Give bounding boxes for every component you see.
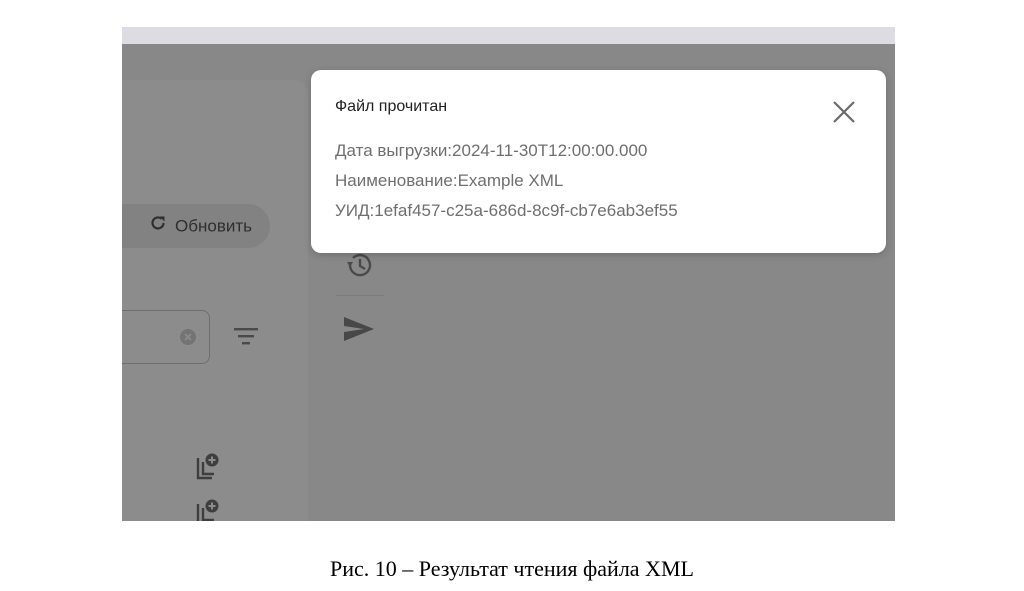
close-icon[interactable] — [832, 100, 856, 124]
left-panel: Обновить — [122, 80, 308, 521]
refresh-icon — [149, 205, 167, 249]
refresh-label: Обновить — [175, 216, 252, 236]
uid-text: УИД:1efaf457-c25a-686d-8c9f-cb7e6ab3ef55 — [335, 201, 678, 220]
filter-icon[interactable] — [233, 324, 259, 353]
export-date-text: Дата выгрузки:2024-11-30T12:00:00.000 — [335, 141, 648, 160]
history-icon[interactable] — [344, 251, 374, 284]
send-icon[interactable] — [342, 315, 376, 348]
file-name-text: Наименование:Example XML — [335, 171, 564, 190]
document-page: Обновить Файл прочитан Дата выгрузки:202… — [0, 0, 1024, 591]
refresh-button[interactable]: Обновить — [122, 204, 270, 248]
figure-caption: Рис. 10 – Результат чтения файла XML — [330, 556, 694, 581]
side-divider — [336, 295, 384, 296]
notification-dialog: Файл прочитан Дата выгрузки:2024-11-30T1… — [311, 70, 886, 253]
clear-icon[interactable] — [179, 328, 197, 351]
dialog-title: Файл прочитан — [335, 98, 448, 115]
screenshot: Обновить Файл прочитан Дата выгрузки:202… — [122, 27, 895, 521]
copy-add-icon[interactable] — [194, 498, 220, 521]
search-input[interactable] — [122, 310, 210, 364]
copy-add-icon[interactable] — [194, 452, 220, 487]
top-bar — [122, 27, 895, 44]
